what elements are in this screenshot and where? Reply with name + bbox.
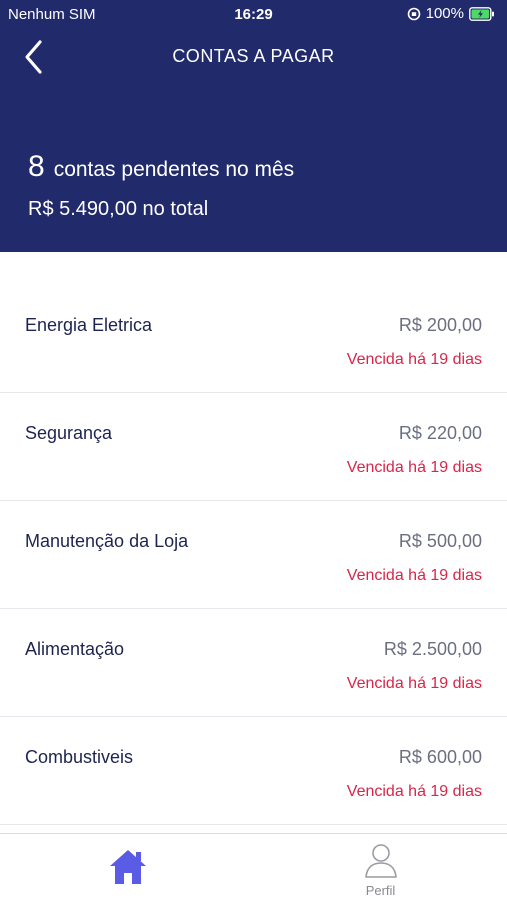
bill-amount: R$ 220,00 xyxy=(398,423,482,443)
pending-summary: 8 contas pendentes no mês xyxy=(28,150,294,184)
pending-count-text: contas pendentes no mês xyxy=(53,158,295,181)
home-icon xyxy=(110,850,146,884)
tab-home[interactable] xyxy=(0,834,253,900)
bill-row-manutencao[interactable]: Manutenção da Loja R$ 500,00 Vencida há … xyxy=(0,501,507,609)
bill-name: Manutenção da Loja xyxy=(25,531,189,551)
pending-count: 8 xyxy=(28,150,45,183)
bill-row-alimentacao[interactable]: Alimentação R$ 2.500,00 Vencida há 19 di… xyxy=(0,609,507,717)
bill-row-combustiveis[interactable]: Combustiveis R$ 600,00 Vencida há 19 dia… xyxy=(0,717,507,825)
nav-bar: CONTAS A PAGAR xyxy=(0,32,507,82)
profile-icon xyxy=(365,844,397,878)
bill-list: Energia Eletrica R$ 200,00 Vencida há 19… xyxy=(0,285,507,825)
bill-name: Alimentação xyxy=(25,639,125,659)
bill-amount: R$ 500,00 xyxy=(398,531,482,551)
tab-profile-label: Perfil xyxy=(365,883,396,898)
bill-row-energia[interactable]: Energia Eletrica R$ 200,00 Vencida há 19… xyxy=(0,285,507,393)
orientation-lock-icon xyxy=(407,7,420,20)
bill-name: Energia Eletrica xyxy=(25,315,153,335)
bill-status: Vencida há 19 dias xyxy=(346,783,482,800)
bill-status: Vencida há 19 dias xyxy=(346,351,482,368)
screen: Nenhum SIM 16:29 100% CONTAS A PAGAR 8 c… xyxy=(0,0,507,900)
summary: 8 contas pendentes no mês R$ 5.490,00 no… xyxy=(28,150,294,221)
bill-row-seguranca[interactable]: Segurança R$ 220,00 Vencida há 19 dias xyxy=(0,393,507,501)
bill-status: Vencida há 19 dias xyxy=(346,567,482,584)
header: Nenhum SIM 16:29 100% CONTAS A PAGAR 8 c… xyxy=(0,0,507,252)
tab-bar: Perfil xyxy=(0,833,507,900)
bill-amount: R$ 200,00 xyxy=(398,315,482,335)
tab-profile[interactable]: Perfil xyxy=(254,834,507,900)
battery-percent: 100% xyxy=(425,5,464,22)
status-right: 100% xyxy=(407,5,495,22)
bill-amount: R$ 2.500,00 xyxy=(383,639,482,659)
bill-name: Combustiveis xyxy=(25,747,134,767)
total-amount: R$ 5.490,00 no total xyxy=(28,198,209,220)
battery-icon xyxy=(469,6,494,21)
bill-status: Vencida há 19 dias xyxy=(346,675,482,692)
bill-status: Vencida há 19 dias xyxy=(346,459,482,476)
status-bar: Nenhum SIM 16:29 100% xyxy=(0,0,507,30)
bill-name: Segurança xyxy=(25,423,113,443)
bill-amount: R$ 600,00 xyxy=(398,747,482,767)
page-title: CONTAS A PAGAR xyxy=(172,46,335,66)
